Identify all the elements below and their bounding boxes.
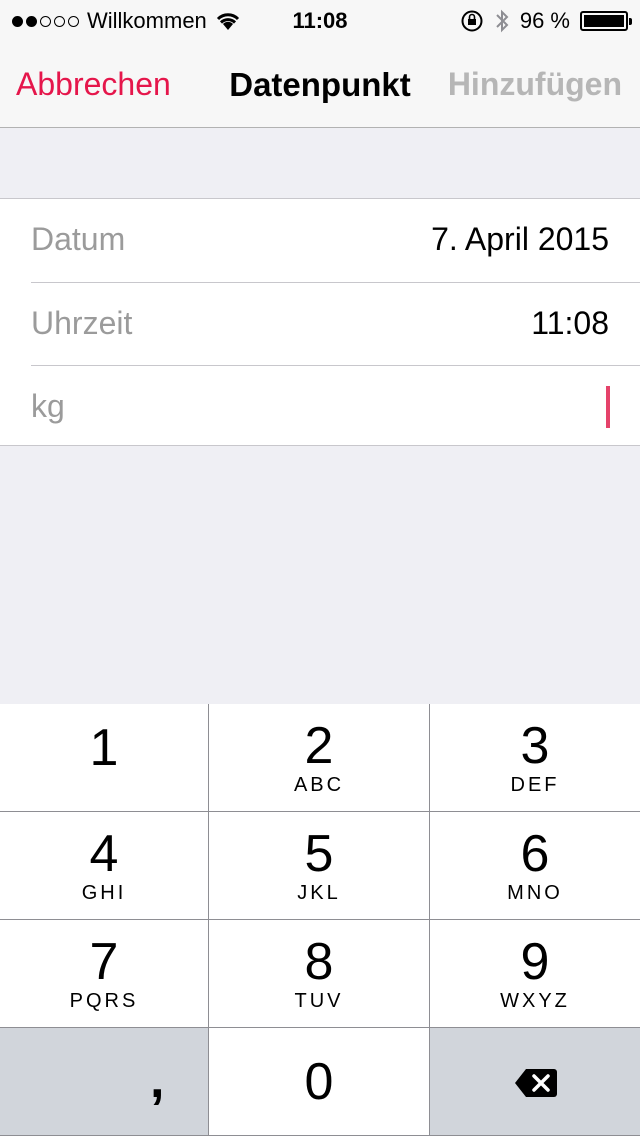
- weight-label: kg: [31, 388, 65, 424]
- key-number: 5: [304, 825, 334, 883]
- time-label: Uhrzeit: [31, 305, 133, 341]
- key-9[interactable]: 9 WXYZ: [430, 920, 640, 1028]
- key-8[interactable]: 8 TUV: [209, 920, 430, 1028]
- key-6[interactable]: 6 MNO: [430, 812, 640, 920]
- key-letters: JKL: [297, 882, 341, 904]
- key-letters: ABC: [293, 774, 345, 796]
- status-bar: Willkommen 11:08 96 %: [0, 0, 640, 40]
- key-3[interactable]: 3 DEF: [430, 704, 640, 812]
- time-row[interactable]: Uhrzeit 11:08: [31, 282, 640, 365]
- key-number: 2: [304, 717, 334, 775]
- key-number: 3: [520, 717, 550, 775]
- data-point-form: Datum 7. April 2015 Uhrzeit 11:08 kg: [0, 198, 640, 446]
- key-number: 6: [520, 825, 550, 883]
- numeric-keypad: 1 2 ABC 3 DEF 4 GHI 5 JKL 6 MNO 7 PQRS 8…: [0, 704, 640, 1136]
- key-7[interactable]: 7 PQRS: [0, 920, 209, 1028]
- key-2[interactable]: 2 ABC: [209, 704, 430, 812]
- key-number: 7: [89, 933, 119, 991]
- date-value[interactable]: 7. April 2015: [431, 221, 609, 258]
- key-letters: PQRS: [69, 990, 139, 1012]
- comma-label: ,: [150, 1051, 165, 1109]
- key-letters: WXYZ: [500, 990, 570, 1012]
- weight-row[interactable]: kg: [31, 365, 640, 448]
- key-number: 0: [304, 1053, 334, 1111]
- bluetooth-icon: [496, 9, 509, 33]
- battery-percent: 96 %: [519, 8, 570, 33]
- key-1[interactable]: 1: [0, 704, 209, 812]
- key-letters: GHI: [81, 882, 127, 904]
- key-5[interactable]: 5 JKL: [209, 812, 430, 920]
- key-letters: DEF: [510, 774, 560, 796]
- backspace-icon: [515, 1069, 557, 1097]
- key-number: 8: [304, 933, 334, 991]
- key-letters: TUV: [294, 990, 344, 1012]
- key-4[interactable]: 4 GHI: [0, 812, 209, 920]
- key-number: 4: [89, 825, 119, 883]
- key-letters: MNO: [507, 882, 563, 904]
- top-bar: Willkommen 11:08 96 % Abbrechen Datenpun…: [0, 0, 640, 128]
- key-number: 1: [89, 719, 119, 777]
- time-value[interactable]: 11:08: [531, 305, 609, 342]
- text-cursor: [606, 386, 610, 428]
- date-label: Datum: [31, 221, 126, 257]
- key-number: 9: [520, 933, 550, 991]
- battery-icon: [580, 11, 632, 31]
- key-delete[interactable]: [430, 1028, 640, 1136]
- add-button[interactable]: Hinzufügen: [448, 66, 622, 103]
- status-right: 96 %: [460, 8, 632, 34]
- orientation-lock-icon: [461, 10, 483, 32]
- key-0[interactable]: 0: [209, 1028, 430, 1136]
- navigation-bar: Abbrechen Datenpunkt Hinzufügen: [0, 40, 640, 128]
- key-comma[interactable]: ,: [0, 1028, 209, 1136]
- date-row[interactable]: Datum 7. April 2015: [31, 199, 640, 282]
